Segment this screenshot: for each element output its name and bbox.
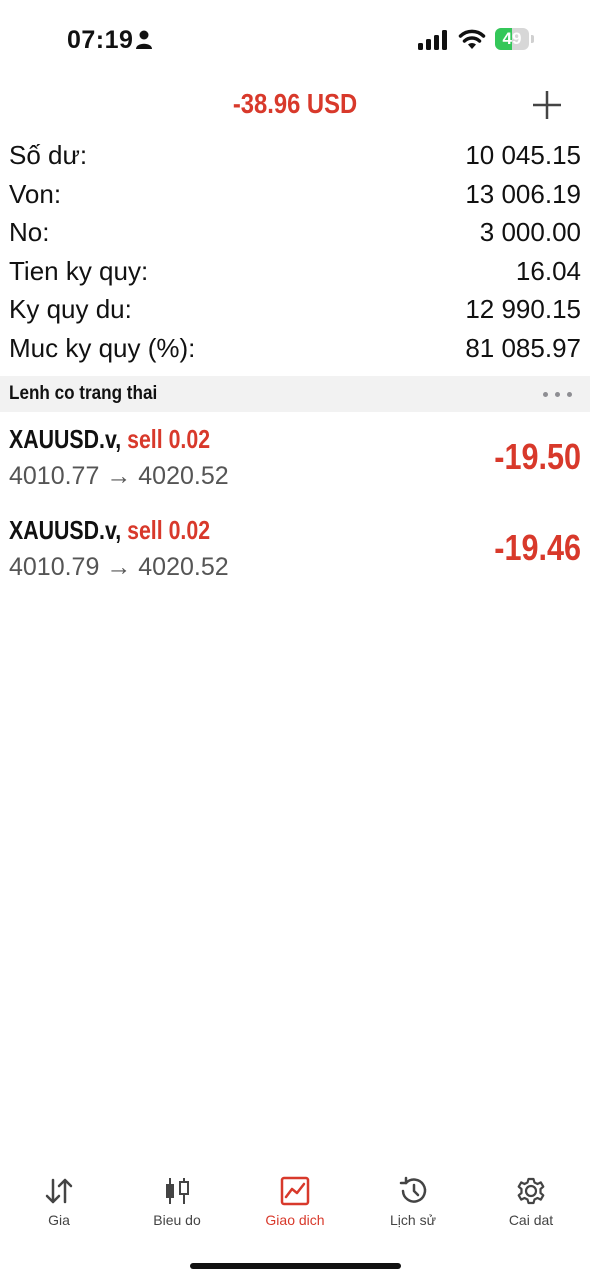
summary-value: 3 000.00	[479, 217, 581, 248]
battery-level: 49	[502, 29, 522, 48]
summary-row-margin-level: Muc ky quy (%): 81 085.97	[0, 333, 590, 372]
position-symbol: XAUUSD.v,	[9, 424, 122, 454]
position-row[interactable]: XAUUSD.v, sell 0.02 4010.77 → 4020.52 -1…	[0, 420, 590, 511]
summary-value: 13 006.19	[465, 178, 581, 209]
person-icon	[136, 30, 152, 49]
positions-section-header: Lenh co trang thai	[0, 376, 590, 412]
total-profit: -38.96 USD	[232, 88, 358, 119]
tab-quotes[interactable]: Gia	[0, 1166, 118, 1236]
account-summary: Số dư: 10 045.15 Von: 13 006.19 No: 3 00…	[0, 140, 590, 372]
trade-chart-icon	[280, 1176, 310, 1206]
trade-header: -38.96 USD	[0, 80, 590, 130]
gear-icon	[517, 1177, 545, 1205]
summary-value: 81 085.97	[465, 332, 581, 363]
wifi-icon	[458, 29, 486, 49]
status-time: 07:19	[67, 26, 134, 54]
battery-icon: 49	[495, 28, 535, 50]
arrow-right-icon: →	[106, 553, 132, 581]
tab-label: Lịch sử	[390, 1212, 436, 1228]
position-profit: -19.50	[494, 436, 581, 477]
position-prices: 4010.77 → 4020.52	[9, 462, 229, 491]
position-symbol-line: XAUUSD.v, sell 0.02	[9, 424, 210, 455]
summary-row-margin: Tien ky quy: 16.04	[0, 256, 590, 295]
summary-row-credit: No: 3 000.00	[0, 217, 590, 256]
position-row[interactable]: XAUUSD.v, sell 0.02 4010.79 → 4020.52 -1…	[0, 511, 590, 602]
tab-trade[interactable]: Giao dich	[236, 1166, 354, 1236]
summary-value: 12 990.15	[465, 294, 581, 325]
quotes-arrows-icon	[45, 1178, 73, 1204]
bottom-tab-bar: Gia Bieu do Giao dich Lịch sử Cai dat	[0, 1166, 590, 1246]
summary-label: Von:	[9, 178, 62, 209]
cellular-signal-icon	[418, 30, 447, 50]
tab-label: Giao dich	[265, 1212, 325, 1228]
plus-icon[interactable]	[530, 88, 564, 122]
positions-list: XAUUSD.v, sell 0.02 4010.77 → 4020.52 -1…	[0, 420, 590, 602]
open-price: 4010.77	[9, 462, 100, 490]
summary-value: 10 045.15	[465, 140, 581, 170]
ellipsis-icon[interactable]	[542, 385, 574, 403]
current-price: 4020.52	[138, 553, 229, 581]
status-bar: 07:19 49	[0, 0, 590, 80]
summary-label: No:	[9, 217, 50, 248]
position-symbol: XAUUSD.v,	[9, 515, 122, 545]
summary-row-balance: Số dư: 10 045.15	[0, 140, 590, 179]
tab-settings[interactable]: Cai dat	[472, 1166, 590, 1236]
summary-label: Ky quy du:	[9, 294, 132, 325]
summary-row-equity: Von: 13 006.19	[0, 179, 590, 218]
open-price: 4010.79	[9, 553, 100, 581]
summary-label: Muc ky quy (%):	[9, 332, 196, 363]
position-type: sell 0.02	[127, 424, 211, 454]
section-title: Lenh co trang thai	[9, 383, 158, 404]
position-symbol-line: XAUUSD.v, sell 0.02	[9, 515, 210, 546]
summary-label: Số dư:	[9, 140, 88, 170]
summary-label: Tien ky quy:	[9, 255, 149, 286]
current-price: 4020.52	[138, 462, 229, 490]
candlestick-icon	[166, 1178, 189, 1204]
tab-label: Bieu do	[153, 1212, 201, 1228]
history-icon	[399, 1176, 427, 1203]
tab-label: Cai dat	[508, 1212, 554, 1228]
tab-history[interactable]: Lịch sử	[354, 1166, 472, 1236]
summary-row-free-margin: Ky quy du: 12 990.15	[0, 294, 590, 333]
summary-value: 16.04	[515, 255, 581, 286]
tab-label: Gia	[48, 1212, 70, 1228]
arrow-right-icon: →	[106, 462, 132, 490]
tab-chart[interactable]: Bieu do	[118, 1166, 236, 1236]
position-type: sell 0.02	[127, 515, 211, 545]
position-prices: 4010.79 → 4020.52	[9, 553, 229, 582]
home-indicator	[190, 1263, 401, 1269]
position-profit: -19.46	[494, 527, 581, 568]
